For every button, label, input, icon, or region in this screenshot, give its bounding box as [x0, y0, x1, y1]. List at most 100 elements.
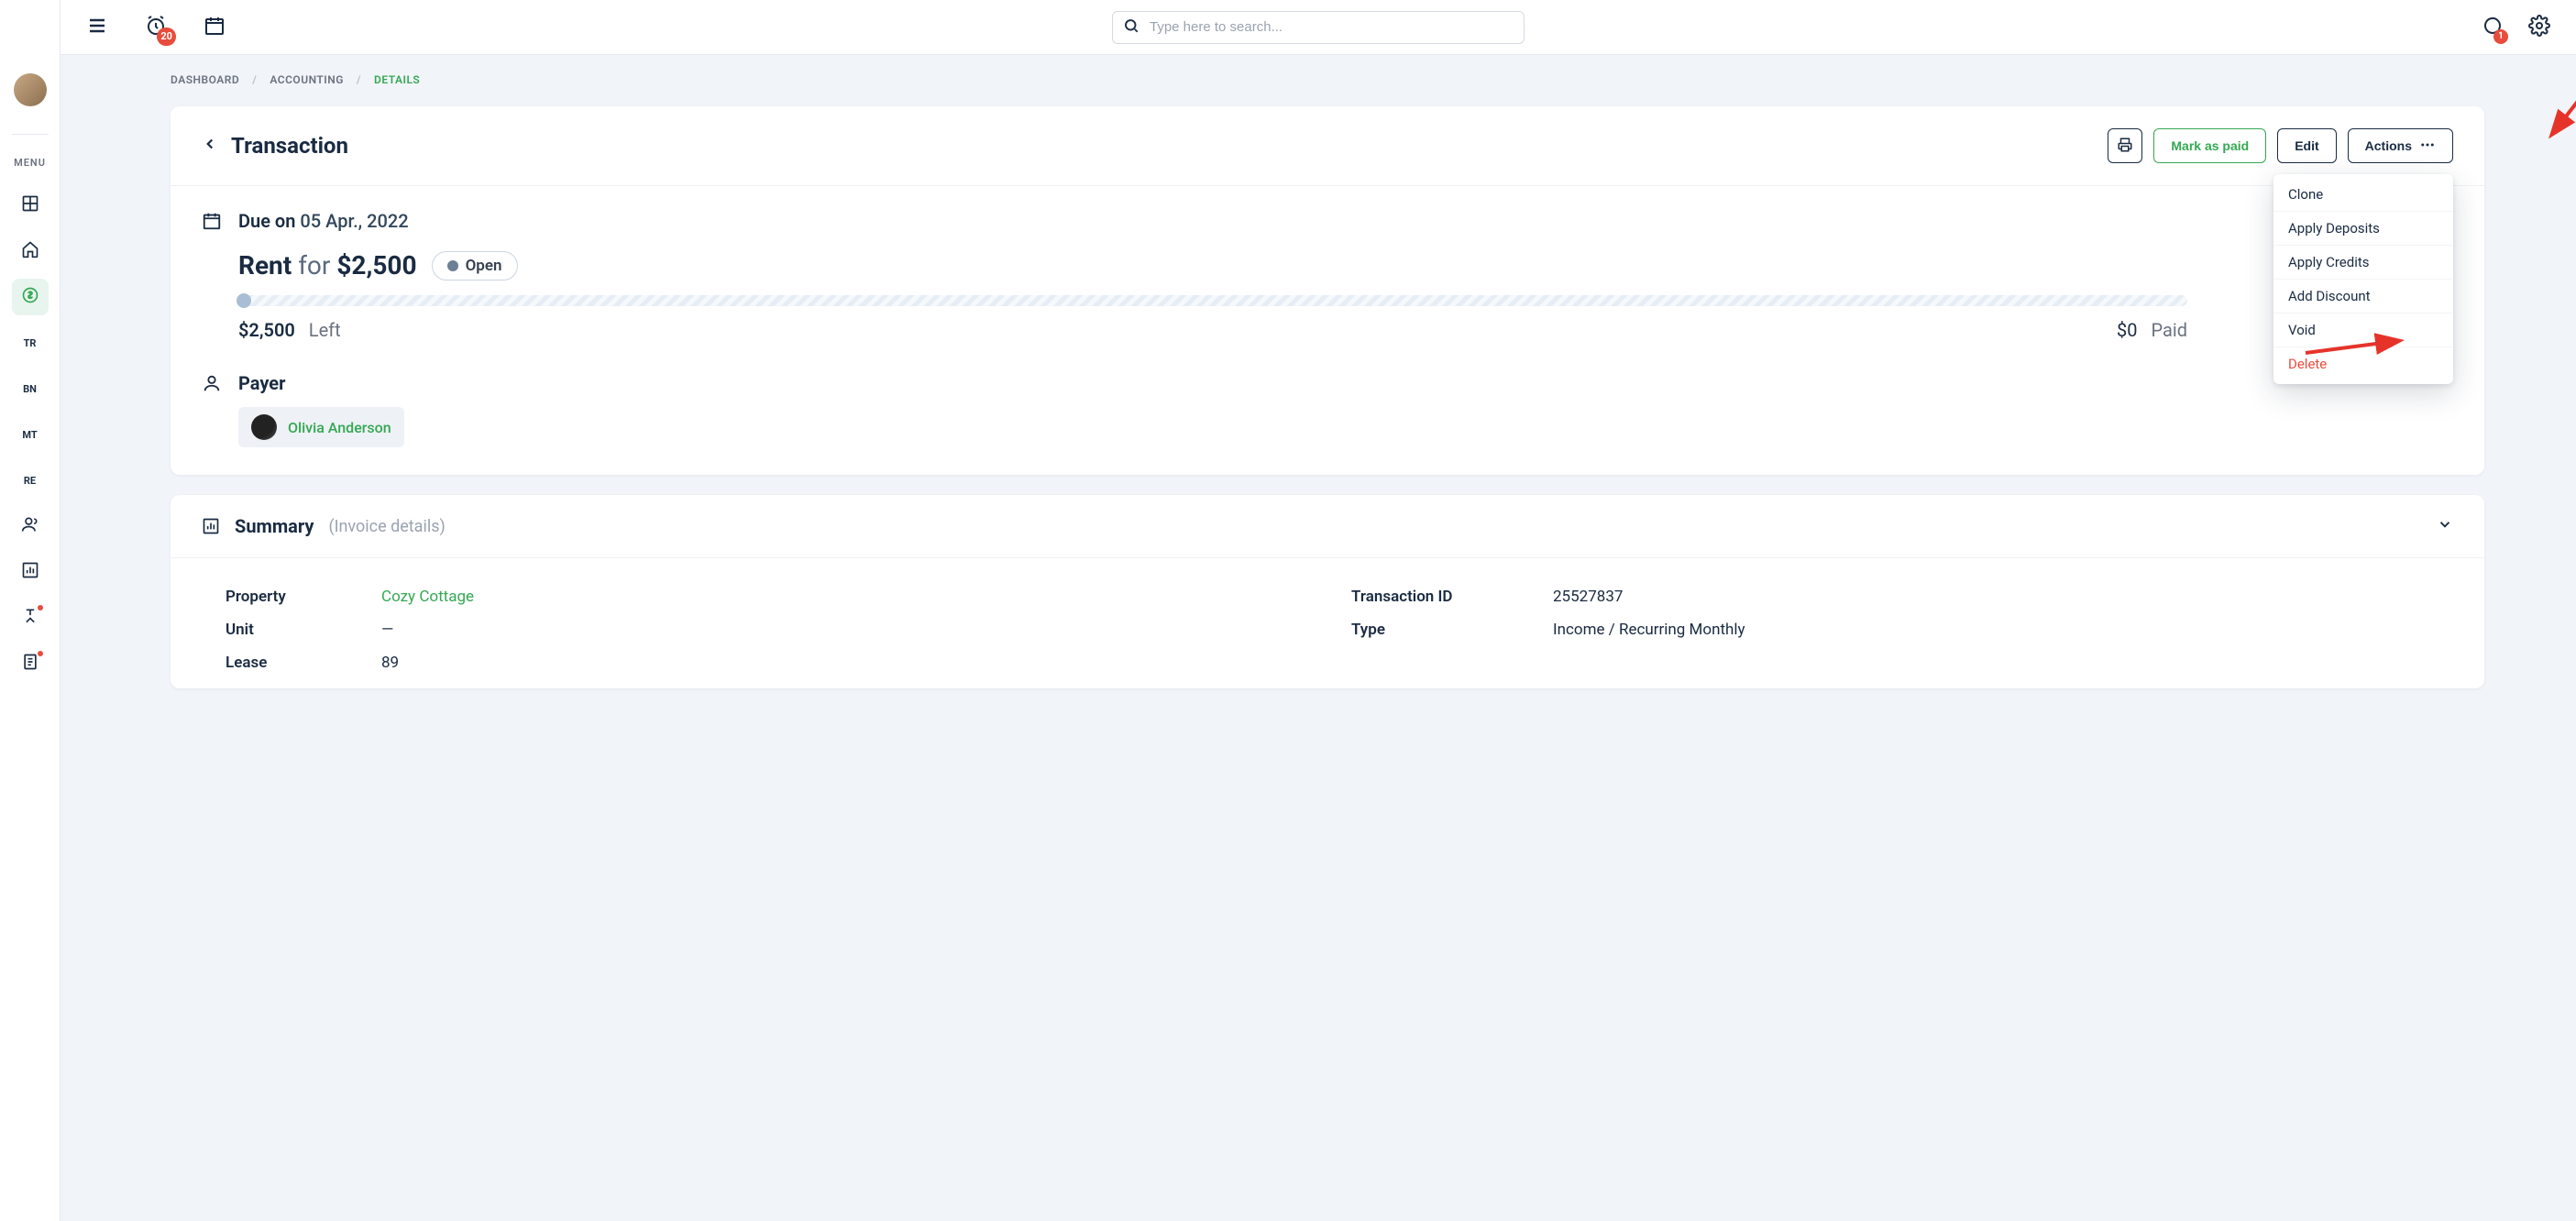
dollar-icon — [21, 286, 39, 308]
sidebar-item-people[interactable] — [12, 508, 49, 544]
amount-left-value: $2,500 — [238, 319, 295, 341]
summary-value-txid: 25527837 — [1553, 588, 1623, 606]
topbar: 20 1 — [61, 0, 2576, 55]
sidebar-menu-label: MENU — [14, 157, 46, 169]
print-button[interactable] — [2108, 128, 2142, 163]
sidebar-divider — [12, 134, 49, 135]
action-void[interactable]: Void — [2273, 314, 2453, 347]
chat-badge: 1 — [2493, 29, 2508, 44]
status-pill: Open — [432, 251, 518, 280]
user-avatar[interactable] — [14, 73, 47, 106]
notification-dot — [38, 651, 43, 656]
document-icon — [21, 653, 39, 675]
progress-knob — [237, 293, 251, 308]
re-label: RE — [24, 475, 36, 487]
summary-header: Summary (Invoice details) — [171, 495, 2484, 558]
due-date-line: Due on 05 Apr., 2022 — [238, 210, 409, 232]
alarm-button[interactable]: 20 — [145, 15, 167, 40]
breadcrumb-accounting[interactable]: ACCOUNTING — [270, 73, 344, 86]
status-text: Open — [466, 257, 502, 275]
summary-value-lease: 89 — [381, 654, 399, 672]
due-date: 05 Apr., 2022 — [300, 210, 408, 232]
sidebar-item-mt[interactable]: MT — [12, 416, 49, 453]
payer-section-title: Payer — [238, 372, 285, 394]
mark-as-paid-label: Mark as paid — [2171, 138, 2249, 153]
amount-paid-value: $0 — [2117, 319, 2137, 341]
sidebar-item-bn[interactable]: BN — [12, 370, 49, 407]
chevron-down-icon — [2437, 520, 2453, 536]
summary-card: Summary (Invoice details) Property Coz — [171, 495, 2484, 688]
payer-chip[interactable]: Olivia Anderson — [238, 407, 404, 447]
sidebar-item-tr[interactable]: TR — [12, 324, 49, 361]
page-title: Transaction — [231, 133, 348, 159]
search-input[interactable] — [1112, 11, 1525, 44]
summary-label-unit: Unit — [226, 621, 381, 639]
summary-label-lease: Lease — [226, 654, 381, 672]
sidebar-item-re[interactable]: RE — [12, 462, 49, 499]
breadcrumb-dashboard[interactable]: DASHBOARD — [171, 73, 239, 86]
summary-row-type: Type Income / Recurring Monthly — [1327, 613, 2453, 646]
status-bullet-icon — [447, 260, 458, 271]
action-apply-credits[interactable]: Apply Credits — [2273, 246, 2453, 280]
action-delete[interactable]: Delete — [2273, 347, 2453, 380]
summary-collapse-toggle[interactable] — [2437, 516, 2453, 536]
sidebar: MENU TR BN MT RE — [0, 0, 61, 1221]
action-add-discount[interactable]: Add Discount — [2273, 280, 2453, 314]
mt-label: MT — [22, 429, 37, 441]
summary-value-property[interactable]: Cozy Cottage — [381, 588, 474, 606]
summary-subtitle: (Invoice details) — [328, 517, 445, 536]
edit-button[interactable]: Edit — [2277, 128, 2336, 163]
rent-for: for — [298, 250, 330, 280]
print-icon — [2117, 137, 2133, 156]
amount-paid-label: Paid — [2151, 319, 2187, 341]
chat-button[interactable]: 1 — [2481, 15, 2503, 40]
breadcrumb: DASHBOARD / ACCOUNTING / DETAILS — [171, 73, 2484, 86]
mark-as-paid-button[interactable]: Mark as paid — [2153, 128, 2266, 163]
search-icon — [1123, 17, 1139, 38]
due-prefix: Due on — [238, 210, 295, 232]
settings-button[interactable] — [2528, 15, 2550, 40]
home-icon — [21, 240, 39, 262]
calendar-icon — [202, 211, 222, 231]
sidebar-item-tools[interactable] — [12, 600, 49, 636]
people-icon — [21, 515, 39, 537]
summary-value-unit: — — [381, 621, 393, 639]
transaction-card-header: Transaction Mark as paid Edit — [171, 106, 2484, 186]
hamburger-icon — [86, 15, 108, 40]
rent-amount: $2,500 — [336, 250, 416, 280]
back-button[interactable] — [202, 136, 218, 156]
summary-row-txid: Transaction ID 25527837 — [1327, 580, 2453, 613]
tools-icon — [21, 607, 39, 629]
hamburger-menu-button[interactable] — [86, 15, 108, 40]
sidebar-item-accounting[interactable] — [12, 279, 49, 315]
edit-label: Edit — [2295, 138, 2318, 153]
summary-label-type: Type — [1351, 621, 1553, 639]
summary-row-lease: Lease 89 — [202, 646, 1327, 679]
payer-avatar — [251, 414, 277, 440]
actions-label: Actions — [2365, 138, 2412, 153]
amount-left-label: Left — [309, 319, 341, 341]
action-clone[interactable]: Clone — [2273, 178, 2453, 212]
breadcrumb-details[interactable]: DETAILS — [374, 73, 420, 86]
sidebar-item-dashboard[interactable] — [12, 187, 49, 224]
sidebar-item-reports[interactable] — [12, 554, 49, 590]
payer-name: Olivia Anderson — [288, 419, 391, 436]
sidebar-item-docs[interactable] — [12, 645, 49, 682]
action-apply-deposits[interactable]: Apply Deposits — [2273, 212, 2453, 246]
summary-value-type: Income / Recurring Monthly — [1553, 621, 1745, 639]
alarm-badge: 20 — [157, 28, 176, 46]
sidebar-item-home[interactable] — [12, 233, 49, 270]
actions-button[interactable]: Actions — [2348, 128, 2453, 163]
grid-icon — [21, 194, 39, 216]
chevron-left-icon — [202, 136, 218, 156]
rent-title: Rent for $2,500 — [238, 250, 417, 280]
rent-label: Rent — [238, 250, 292, 280]
content-area: DASHBOARD / ACCOUNTING / DETAILS Transac… — [61, 55, 2576, 1221]
notification-dot — [38, 605, 43, 610]
tr-label: TR — [24, 337, 37, 349]
calendar-button[interactable] — [204, 15, 226, 40]
summary-label-property: Property — [226, 588, 381, 606]
calendar-icon — [204, 15, 226, 40]
breadcrumb-separator: / — [357, 73, 361, 86]
annotation-arrow-actions — [2539, 82, 2576, 147]
